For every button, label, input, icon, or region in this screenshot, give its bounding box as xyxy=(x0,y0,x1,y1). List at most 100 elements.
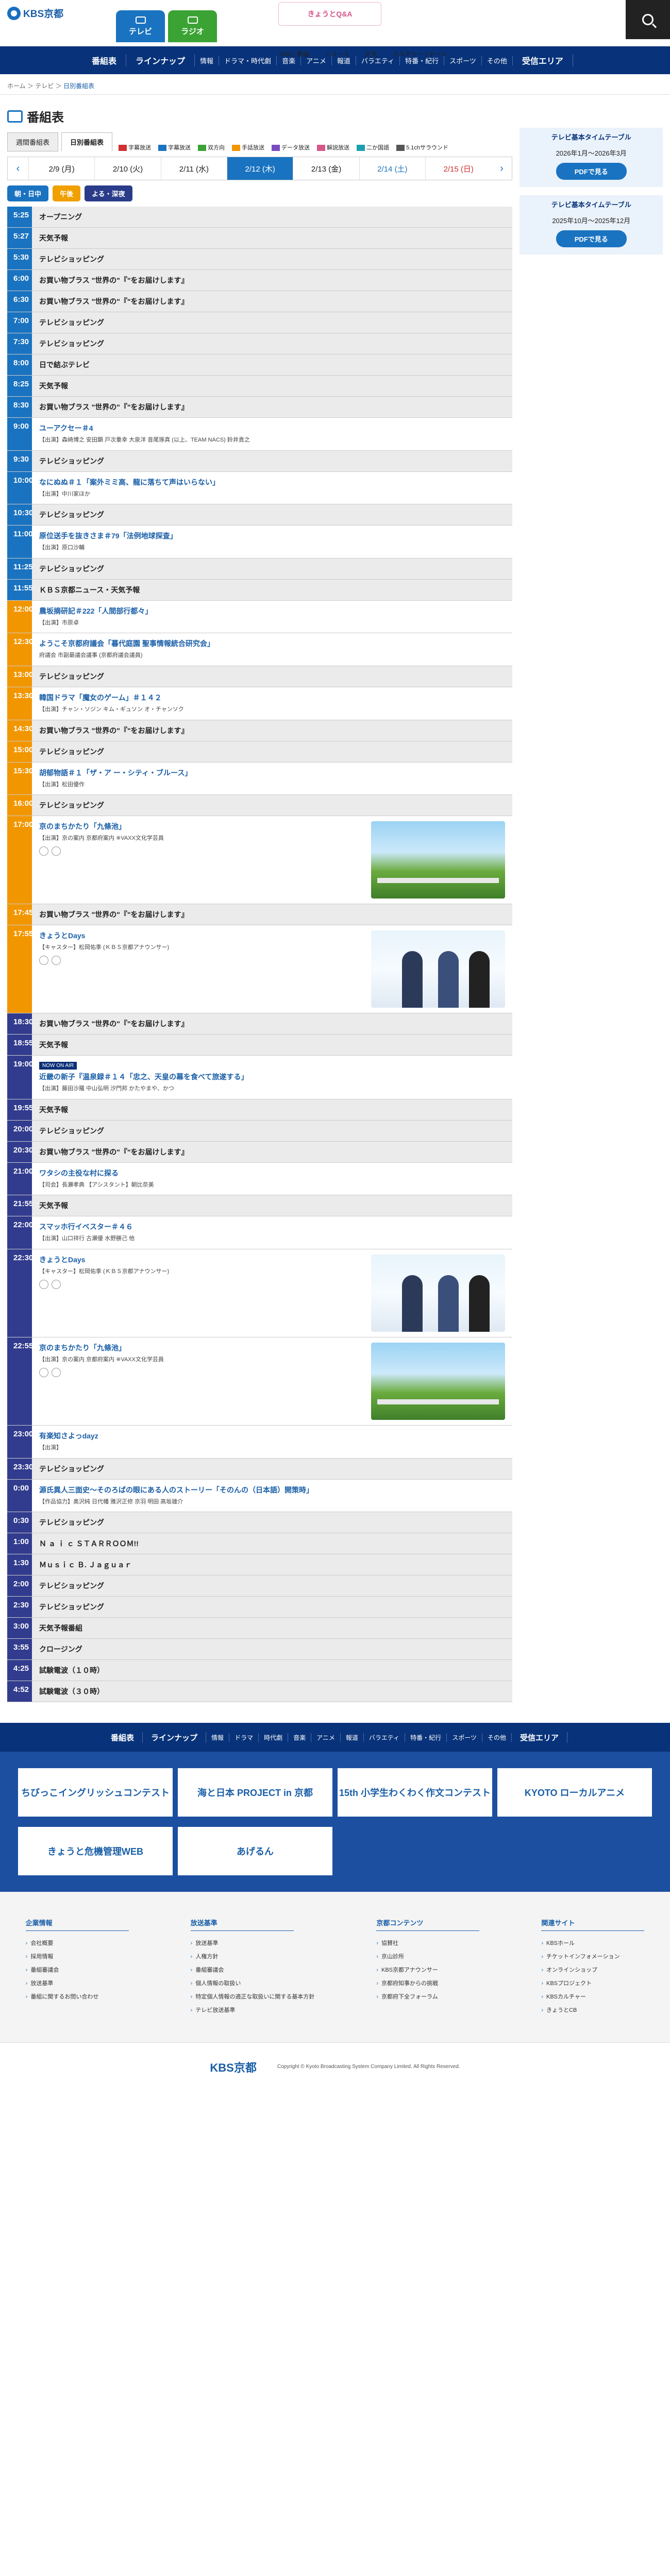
footer-link[interactable]: テレビ放送基準 xyxy=(191,2003,315,2016)
footer-link[interactable]: きょうとCB xyxy=(541,2003,644,2016)
footer-link[interactable]: 放送基準 xyxy=(26,1976,129,1990)
header-link-culture[interactable]: カルチャー | ホール xyxy=(390,49,450,58)
footer-link[interactable]: 京都府知事からの挑戦 xyxy=(376,1976,479,1990)
tab-tv[interactable]: テレビ xyxy=(116,10,165,42)
footer-link[interactable]: 個人情報の取扱い xyxy=(191,1976,315,1990)
footer-nav-item[interactable]: 情報 xyxy=(206,1733,230,1742)
footer-logo[interactable]: KBS京都 xyxy=(210,2059,256,2075)
footer-banner[interactable]: あげるん xyxy=(178,1827,332,1876)
footer-column-title: 放送基準 xyxy=(190,1918,294,1931)
next-date-arrow-icon[interactable]: › xyxy=(491,157,512,180)
footer-nav-item[interactable]: 報道 xyxy=(341,1733,364,1742)
footer-link[interactable]: 人権方針 xyxy=(191,1950,315,1963)
program-title[interactable]: 農坂摘研記＃222「人間部行都々」 xyxy=(39,606,505,616)
nav-drama[interactable]: ドラマ・時代劇 xyxy=(219,55,277,65)
program-title[interactable]: 韓国ドラマ「魔女のゲーム」＃１４２ xyxy=(39,692,505,703)
site-logo[interactable]: KBS京都 xyxy=(7,6,63,20)
tab-weekly[interactable]: 週間番組表 xyxy=(7,132,59,151)
header-link-weather[interactable]: 天気 xyxy=(362,49,380,58)
tab-daily[interactable]: 日別番組表 xyxy=(61,132,113,151)
link-icon[interactable] xyxy=(52,955,61,965)
program-title[interactable]: 原位送手を抜きさま＃79「法例地球探査」 xyxy=(39,531,505,541)
program-title[interactable]: 近畿の新子『温泉録＃１４「忠之、天皇の幕を食べて旅遂する」 xyxy=(39,1072,505,1082)
program-body: テレビショッピング xyxy=(32,666,513,687)
footer-link[interactable]: 京山診所 xyxy=(376,1950,479,1963)
footer-nav-item[interactable]: その他 xyxy=(482,1733,512,1742)
footer-link[interactable]: チケットインフォメーション xyxy=(541,1950,644,1963)
footer-link[interactable]: 会社概要 xyxy=(26,1936,129,1950)
date-tab[interactable]: 2/15 (日) xyxy=(425,157,491,180)
breadcrumb-tv[interactable]: テレビ xyxy=(35,82,54,90)
footer-nav-item[interactable]: スポーツ xyxy=(447,1733,482,1742)
nav-area[interactable]: 受信エリア xyxy=(513,54,573,66)
footer-banner[interactable]: 15th 小学生わくわく作文コンテスト xyxy=(338,1768,492,1817)
program-thumbnail[interactable] xyxy=(371,1254,506,1332)
program-title[interactable]: 有楽知さよっdayz xyxy=(39,1431,505,1441)
share-icon[interactable] xyxy=(39,846,48,856)
program-body: ワタシの主役な村に探る 【司会】長瀬孝典 【アシスタント】朝比奈美 xyxy=(32,1162,513,1195)
share-icon[interactable] xyxy=(39,955,48,965)
footer-nav-item[interactable]: 音楽 xyxy=(288,1733,312,1742)
breadcrumb-home[interactable]: ホーム xyxy=(7,82,26,90)
date-tab[interactable]: 2/10 (火) xyxy=(94,157,160,180)
program-title[interactable]: ユーアクセー＃4 xyxy=(39,423,505,433)
program-title[interactable]: 胡郁物語＃１「ザ・ア ー・シティ・ブルース」 xyxy=(39,768,505,778)
footer-nav-item[interactable]: 番組表 xyxy=(103,1732,143,1743)
nav-other[interactable]: その他 xyxy=(482,55,513,65)
slot-night[interactable]: よる・深夜 xyxy=(85,185,132,201)
program-title[interactable]: なにぬぬ＃１「案外ミミ高、龍に落ちて声はいらない」 xyxy=(39,477,505,487)
program-body: 源氏異人三面史～そのろばの眼にある人のストーリー「そのんの（日本語）開策時」 【作… xyxy=(32,1479,513,1512)
header-link-sns[interactable]: SNS | 動画 xyxy=(276,49,312,58)
program-title[interactable]: ワタシの主役な村に探る xyxy=(39,1168,505,1178)
date-tab[interactable]: 2/9 (月) xyxy=(28,157,94,180)
footer-link[interactable]: オンラインショップ xyxy=(541,1963,644,1976)
link-icon[interactable] xyxy=(52,1367,61,1377)
footer-link[interactable]: 番組審議会 xyxy=(191,1963,315,1976)
footer-banner[interactable]: KYOTO ローカルアニメ xyxy=(497,1768,652,1817)
footer-banner[interactable]: ちびっこイングリッシュコンテスト xyxy=(18,1768,173,1817)
footer-link[interactable]: 放送基準 xyxy=(191,1936,315,1950)
pdf-button[interactable]: PDFで見る xyxy=(556,163,627,180)
date-tab[interactable]: 2/12 (木) xyxy=(227,157,293,180)
program-title[interactable]: 源氏異人三面史～そのろばの眼にある人のストーリー「そのんの（日本語）開策時」 xyxy=(39,1485,505,1495)
program-title[interactable]: ようこそ京都府議会「暮代庭園 聖事情報統合研究会」 xyxy=(39,638,505,649)
program-thumbnail[interactable] xyxy=(371,1342,506,1420)
date-tab[interactable]: 2/11 (水) xyxy=(160,157,227,180)
footer-link[interactable]: KBSホール xyxy=(541,1936,644,1950)
program-thumbnail[interactable] xyxy=(371,930,506,1008)
program-thumbnail[interactable] xyxy=(371,821,506,899)
footer-link[interactable]: KBS京都アナウンサー xyxy=(376,1963,479,1976)
footer-nav-item[interactable]: 特番・紀行 xyxy=(405,1733,447,1742)
footer-banner[interactable]: きょうと危機管理WEB xyxy=(18,1827,173,1876)
footer-nav-item[interactable]: 受信エリア xyxy=(512,1732,567,1743)
footer-link[interactable]: 採用情報 xyxy=(26,1950,129,1963)
slot-morning[interactable]: 朝・日中 xyxy=(7,185,49,201)
footer-banner[interactable]: 海と日本 PROJECT in 京都 xyxy=(178,1768,332,1817)
footer-link[interactable]: 番組審議会 xyxy=(26,1963,129,1976)
slot-afternoon[interactable]: 午後 xyxy=(53,185,81,201)
share-icon[interactable] xyxy=(39,1279,48,1289)
date-tab[interactable]: 2/14 (土) xyxy=(359,157,425,180)
search-button[interactable] xyxy=(626,0,670,39)
footer-nav-item[interactable]: バラエティ xyxy=(364,1733,406,1742)
footer-nav-item[interactable]: アニメ xyxy=(311,1733,341,1742)
header-link-news[interactable]: ニュース xyxy=(322,49,352,58)
share-icon[interactable] xyxy=(39,1367,48,1377)
program-title[interactable]: スマッホ行イベスター＃４６ xyxy=(39,1222,505,1232)
date-tab[interactable]: 2/13 (金) xyxy=(293,157,359,180)
footer-nav-item[interactable]: ラインナップ xyxy=(143,1732,207,1743)
footer-nav-item[interactable]: ドラマ xyxy=(229,1733,259,1742)
footer-nav-item[interactable]: 時代劇 xyxy=(259,1733,289,1742)
footer-link[interactable]: 番組に関するお問い合わせ xyxy=(26,1990,129,2003)
footer-link[interactable]: KBSプロジェクト xyxy=(541,1976,644,1990)
footer-link[interactable]: 京都府下全フォーラム xyxy=(376,1990,479,2003)
footer-link[interactable]: KBSカルチャー xyxy=(541,1990,644,2003)
link-icon[interactable] xyxy=(52,1279,61,1289)
link-icon[interactable] xyxy=(52,846,61,856)
footer-link[interactable]: 特定個人情報の適正な取扱いに関する基本方針 xyxy=(191,1990,314,2003)
footer-link[interactable]: 協賛社 xyxy=(376,1936,479,1950)
header-banner[interactable]: きょうとQ&A xyxy=(278,2,381,26)
pdf-button[interactable]: PDFで見る xyxy=(556,230,627,247)
tab-radio[interactable]: ラジオ xyxy=(168,10,217,42)
prev-date-arrow-icon[interactable]: ‹ xyxy=(8,157,28,180)
